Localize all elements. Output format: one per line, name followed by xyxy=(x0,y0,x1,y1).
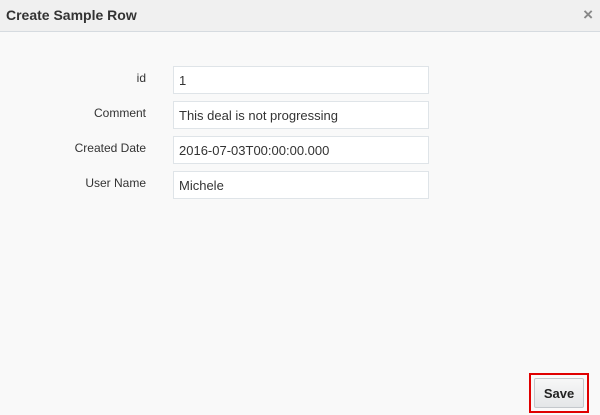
dialog-title: Create Sample Row xyxy=(6,7,137,23)
created-date-label: Created Date xyxy=(74,141,146,155)
comment-input[interactable] xyxy=(173,101,429,129)
field-row-created-date: Created Date xyxy=(0,136,600,164)
field-row-id: id xyxy=(0,66,600,94)
created-date-input[interactable] xyxy=(173,136,429,164)
field-row-comment: Comment xyxy=(0,101,600,129)
field-row-user-name: User Name xyxy=(0,171,600,199)
comment-label: Comment xyxy=(93,106,146,120)
id-input[interactable] xyxy=(173,66,429,94)
save-button[interactable]: Save xyxy=(534,378,584,408)
user-name-input[interactable] xyxy=(173,171,429,199)
save-button-highlight: Save xyxy=(529,373,589,413)
id-label: id xyxy=(136,71,146,85)
user-name-label: User Name xyxy=(85,176,146,190)
close-icon[interactable]: × xyxy=(583,5,593,25)
dialog-header: Create Sample Row × xyxy=(0,0,600,32)
